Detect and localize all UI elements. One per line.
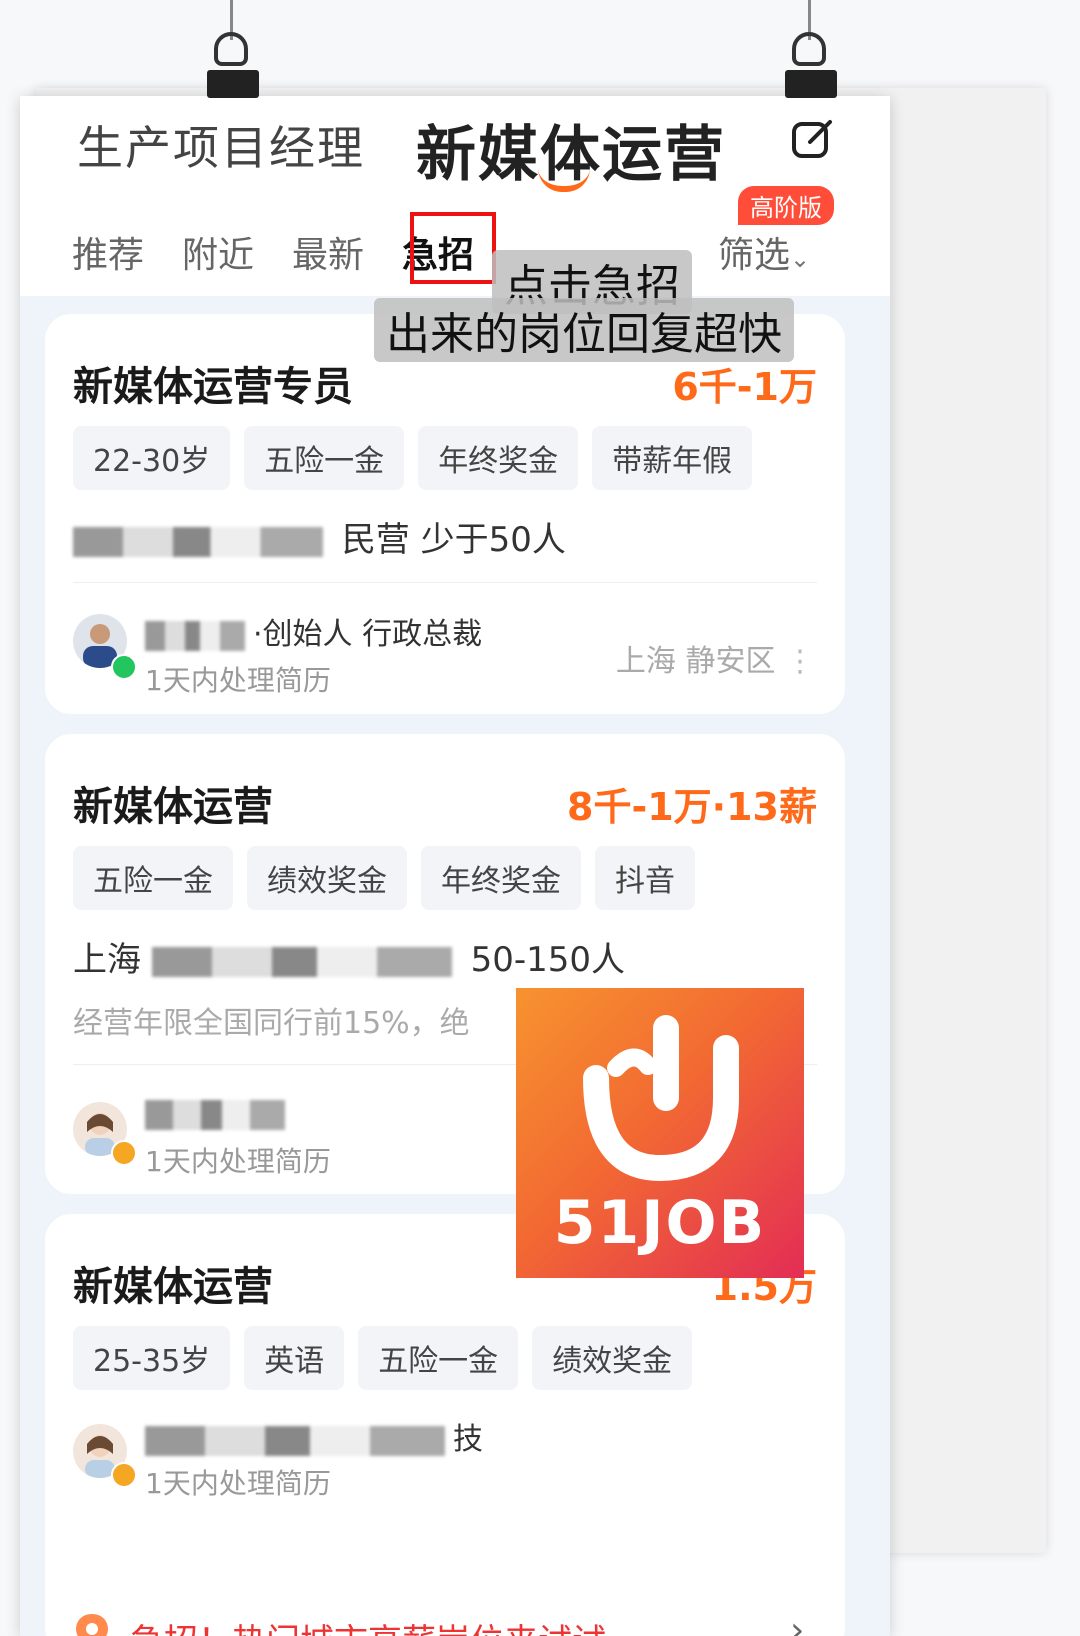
tab-recommend[interactable]: 推荐 — [72, 226, 144, 278]
job-tag: 绩效奖金 — [247, 846, 407, 910]
job-tag: 五险一金 — [358, 1326, 519, 1390]
redacted-recruiter-name — [145, 620, 245, 651]
recruiter-role: ·创始人 行政总裁 — [253, 617, 483, 652]
reply-speed: 1天内处理简历 — [145, 664, 331, 697]
job-title: 新媒体运营专员 — [73, 364, 353, 410]
logo-text: 51JOB — [553, 1188, 767, 1258]
online-status-dot — [111, 654, 137, 680]
recruiter-info: ·创始人 行政总裁 — [145, 609, 482, 653]
job-tag: 抖音 — [595, 846, 695, 910]
away-status-dot — [111, 1462, 137, 1488]
redacted-company-name — [151, 946, 452, 977]
recruiter-info — [145, 1096, 293, 1131]
job-tag: 绩效奖金 — [532, 1326, 693, 1390]
company-info: 上海 50-150人 — [73, 932, 625, 981]
job-salary: 8千-1万·13薪 — [567, 785, 817, 829]
promo-text: 急招！热门城市高薪岗位来试试 — [130, 1614, 606, 1636]
filter-tabs: 推荐 附近 最新 急招 筛选⌄ 高阶版 — [20, 186, 890, 296]
job-tags: 25-35岁 英语 五险一金 绩效奖金 — [73, 1326, 693, 1390]
keyword-tab-1[interactable]: 生产项目经理 — [77, 112, 365, 178]
job-tag: 22-30岁 — [73, 426, 231, 490]
company-highlight: 经营年限全国同行前15%，绝 — [73, 1006, 470, 1041]
more-options-icon[interactable]: ⋮ — [785, 644, 815, 679]
hand-logo-icon — [583, 1015, 739, 1182]
51job-logo: 51JOB — [516, 988, 804, 1278]
job-tag: 英语 — [244, 1326, 345, 1390]
location-pin-icon — [76, 1614, 108, 1636]
tab-nearby[interactable]: 附近 — [182, 226, 254, 278]
job-tags: 五险一金 绩效奖金 年终奖金 抖音 — [73, 846, 695, 910]
job-tag: 年终奖金 — [418, 426, 579, 490]
job-list: 新媒体运营专员 6千-1万 22-30岁 五险一金 年终奖金 带薪年假 民营 少… — [20, 296, 890, 1636]
filter-label: 筛选 — [718, 235, 791, 276]
job-tag: 年终奖金 — [421, 846, 581, 910]
job-tags: 22-30岁 五险一金 年终奖金 带薪年假 — [73, 426, 753, 490]
recruiter-info: 技 — [145, 1414, 483, 1458]
away-status-dot — [111, 1140, 137, 1166]
job-salary: 6千-1万 — [672, 365, 817, 409]
edit-icon[interactable] — [790, 116, 834, 160]
job-card[interactable]: 新媒体运营专员 6千-1万 22-30岁 五险一金 年终奖金 带薪年假 民营 少… — [45, 314, 845, 714]
tab-latest[interactable]: 最新 — [292, 226, 364, 278]
location-text: 上海 静安区 — [615, 644, 776, 679]
company-size: 50-150人 — [470, 940, 626, 980]
reply-speed: 1天内处理简历 — [145, 1145, 331, 1178]
urgent-promo-banner[interactable]: 急招！热门城市高薪岗位来试试 › — [20, 1606, 890, 1636]
search-header: 生产项目经理 新媒体运营 推荐 附近 最新 急招 筛选⌄ 高阶版 — [20, 96, 890, 296]
company-meta: 民营 少于50人 — [341, 520, 566, 560]
job-location: 上海 静安区 ⋮ — [616, 636, 815, 680]
filter-button[interactable]: 筛选⌄ — [718, 226, 810, 278]
premium-badge: 高阶版 — [738, 186, 834, 225]
chevron-down-icon: ⌄ — [790, 245, 811, 273]
reply-speed: 1天内处理简历 — [145, 1467, 331, 1500]
company-info: 民营 少于50人 — [73, 512, 566, 561]
chevron-right-icon: › — [790, 1610, 805, 1636]
job-tag: 五险一金 — [73, 846, 233, 910]
job-title: 新媒体运营 — [73, 784, 273, 830]
job-tag: 五险一金 — [244, 426, 405, 490]
job-tag: 25-35岁 — [73, 1326, 231, 1390]
divider — [73, 582, 817, 583]
job-title: 新媒体运营 — [73, 1264, 273, 1310]
job-tag: 带薪年假 — [592, 426, 753, 490]
redacted-company-name — [73, 526, 323, 557]
highlight-box — [410, 212, 496, 284]
redacted-recruiter-name — [145, 1425, 445, 1456]
annotation-line-2: 出来的岗位回复超快 — [374, 298, 794, 362]
binder-clip — [783, 0, 839, 98]
company-city: 上海 — [73, 940, 141, 980]
binder-clip — [205, 0, 261, 98]
redacted-recruiter-name — [145, 1099, 285, 1130]
recruiter-role: 技 — [453, 1422, 483, 1457]
